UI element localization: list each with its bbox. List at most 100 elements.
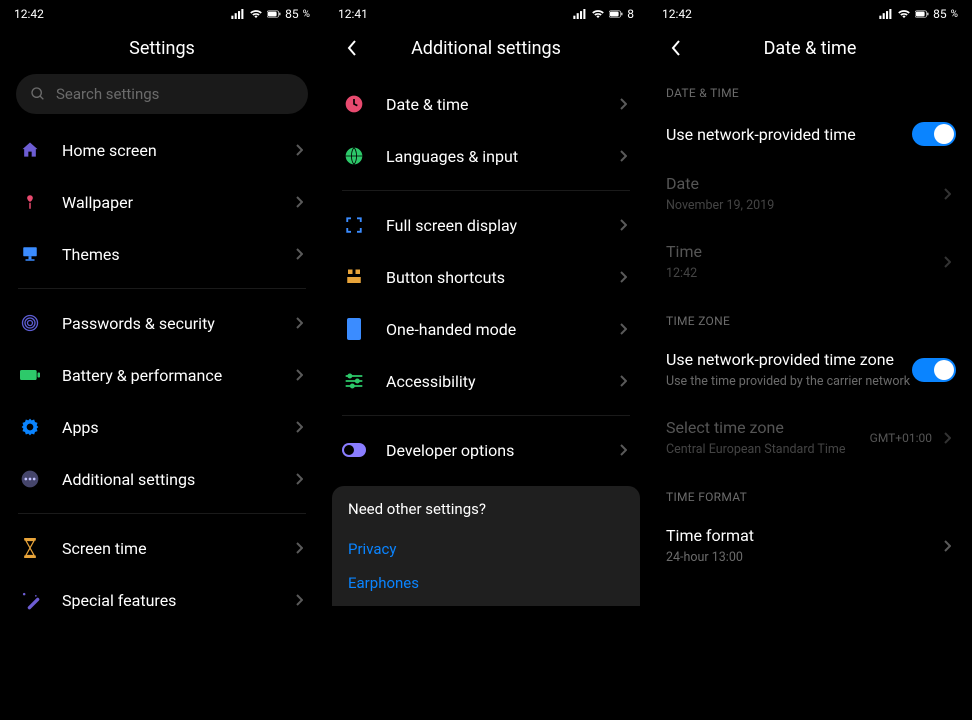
- label: Use network-provided time zone: [666, 350, 912, 371]
- phone-icon: [342, 317, 366, 341]
- row-accessibility[interactable]: Accessibility: [324, 355, 648, 407]
- label: Battery & performance: [62, 366, 270, 385]
- more-icon: [18, 467, 42, 491]
- chevron-right-icon: [938, 253, 956, 271]
- label: Time format: [666, 526, 938, 547]
- content: Home screen Wallpaper Themes Passwords &…: [0, 124, 324, 720]
- row-home-screen[interactable]: Home screen: [0, 124, 324, 176]
- label: Special features: [62, 591, 270, 610]
- header: Date & time: [648, 28, 972, 68]
- tz-value: GMT+01:00: [870, 431, 932, 445]
- wifi-icon: [249, 9, 263, 19]
- row-select-tz: Select time zone Central European Standa…: [648, 404, 972, 472]
- privacy-link[interactable]: Privacy: [348, 532, 624, 566]
- label: Themes: [62, 245, 270, 264]
- row-fullscreen[interactable]: Full screen display: [324, 199, 648, 251]
- clock-icon: [342, 92, 366, 116]
- divider: [342, 415, 630, 416]
- row-network-time[interactable]: Use network-provided time: [648, 108, 972, 160]
- status-time: 12:42: [14, 7, 44, 21]
- chevron-right-icon: [938, 185, 956, 203]
- additional-settings-screen: 12:41 8 Additional settings Date & time …: [324, 0, 648, 720]
- row-battery[interactable]: Battery & performance: [0, 349, 324, 401]
- chevron-right-icon: [614, 320, 632, 338]
- section-time-zone: TIME ZONE: [648, 296, 972, 336]
- battery-pct: 85: [285, 7, 299, 21]
- label: Time: [666, 242, 938, 263]
- sliders-icon: [342, 369, 366, 393]
- need-other-card: Need other settings? Privacy Earphones: [332, 486, 640, 606]
- themes-icon: [18, 242, 42, 266]
- row-wallpaper[interactable]: Wallpaper: [0, 176, 324, 228]
- row-time: Time 12:42: [648, 228, 972, 296]
- content: Date & time Languages & input Full scree…: [324, 68, 648, 720]
- row-developer[interactable]: Developer options: [324, 424, 648, 476]
- row-apps[interactable]: Apps: [0, 401, 324, 453]
- label: One-handed mode: [386, 320, 594, 339]
- label: Wallpaper: [62, 193, 270, 212]
- signal-icon: [879, 9, 893, 19]
- home-icon: [18, 138, 42, 162]
- card-title: Need other settings?: [348, 500, 624, 518]
- status-time: 12:41: [338, 7, 368, 21]
- chevron-right-icon: [938, 537, 956, 555]
- fingerprint-icon: [18, 311, 42, 335]
- chevron-right-icon: [614, 216, 632, 234]
- chevron-right-icon: [290, 193, 308, 211]
- wallpaper-icon: [18, 190, 42, 214]
- page-title: Settings: [16, 38, 308, 59]
- section-date-time: DATE & TIME: [648, 68, 972, 108]
- row-additional[interactable]: Additional settings: [0, 453, 324, 505]
- divider: [18, 513, 306, 514]
- toggle-network-time[interactable]: [912, 122, 956, 146]
- sub: 24-hour 13:00: [666, 550, 938, 566]
- label: Full screen display: [386, 216, 594, 235]
- label: Screen time: [62, 539, 270, 558]
- chevron-right-icon: [290, 366, 308, 384]
- toggle-network-tz[interactable]: [912, 358, 956, 382]
- chevron-right-icon: [290, 418, 308, 436]
- wifi-icon: [897, 9, 911, 19]
- row-special[interactable]: Special features: [0, 574, 324, 626]
- label: Select time zone: [666, 418, 870, 439]
- signal-icon: [573, 9, 587, 19]
- label: Button shortcuts: [386, 268, 594, 287]
- chevron-right-icon: [290, 591, 308, 609]
- wifi-icon: [591, 9, 605, 19]
- label: Date & time: [386, 95, 594, 114]
- battery-icon: [18, 363, 42, 387]
- back-button[interactable]: [664, 36, 688, 60]
- globe-icon: [342, 144, 366, 168]
- back-button[interactable]: [340, 36, 364, 60]
- shortcuts-icon: [342, 265, 366, 289]
- label: Additional settings: [62, 470, 270, 489]
- status-time: 12:42: [662, 7, 692, 21]
- label: Home screen: [62, 141, 270, 160]
- status-right: 85%: [231, 7, 310, 21]
- signal-icon: [231, 9, 245, 19]
- hourglass-icon: [18, 536, 42, 560]
- sub: 12:42: [666, 266, 938, 282]
- row-one-handed[interactable]: One-handed mode: [324, 303, 648, 355]
- earphones-link[interactable]: Earphones: [348, 566, 624, 600]
- chevron-right-icon: [614, 268, 632, 286]
- row-themes[interactable]: Themes: [0, 228, 324, 280]
- battery-icon: [609, 9, 623, 19]
- chevron-right-icon: [290, 314, 308, 332]
- battery-pct: 85: [933, 7, 947, 21]
- search-input[interactable]: Search settings: [16, 74, 308, 114]
- row-date-time[interactable]: Date & time: [324, 78, 648, 130]
- search-placeholder: Search settings: [56, 85, 159, 103]
- row-languages[interactable]: Languages & input: [324, 130, 648, 182]
- chevron-right-icon: [614, 147, 632, 165]
- label: Accessibility: [386, 372, 594, 391]
- label: Developer options: [386, 441, 594, 460]
- row-screen-time[interactable]: Screen time: [0, 522, 324, 574]
- row-button-shortcuts[interactable]: Button shortcuts: [324, 251, 648, 303]
- row-security[interactable]: Passwords & security: [0, 297, 324, 349]
- row-network-tz[interactable]: Use network-provided time zone Use the t…: [648, 336, 972, 404]
- row-time-format[interactable]: Time format 24-hour 13:00: [648, 512, 972, 580]
- chevron-right-icon: [290, 539, 308, 557]
- row-date: Date November 19, 2019: [648, 160, 972, 228]
- label: Date: [666, 174, 938, 195]
